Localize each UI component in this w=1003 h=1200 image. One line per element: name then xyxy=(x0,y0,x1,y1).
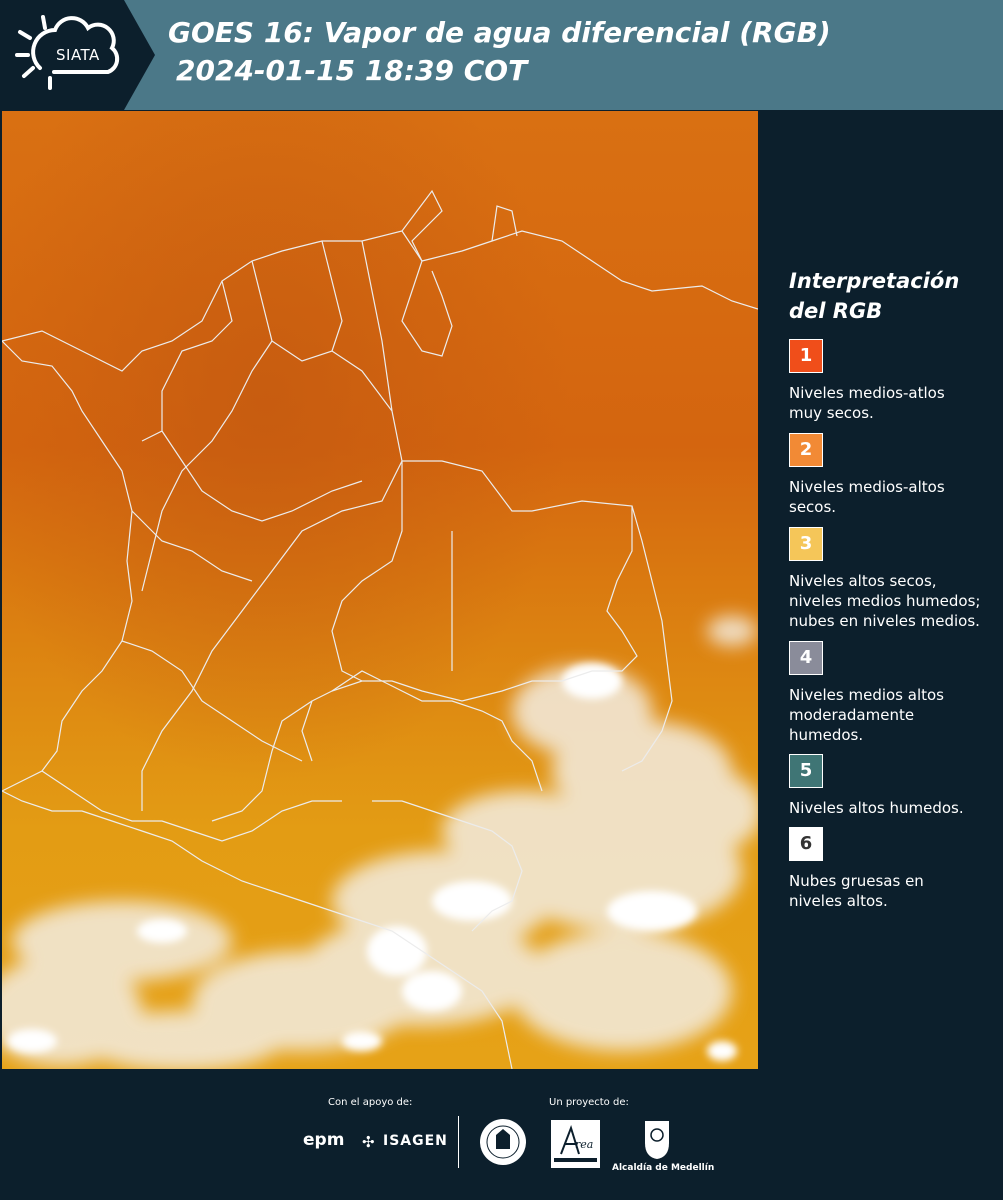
page-title: GOES 16: Vapor de agua diferencial (RGB)… xyxy=(168,14,831,90)
legend-text-1: Niveles medios-atlos muy secos. xyxy=(789,384,945,422)
isagen-logo-mark: ✣ xyxy=(362,1133,375,1151)
logo-text: SIATA xyxy=(56,46,100,64)
legend-swatch-6: 6 xyxy=(789,827,823,861)
legend-text-6: Nubes gruesas en niveles altos. xyxy=(789,872,924,910)
legend-text-4: Niveles medios altos moderadamente humed… xyxy=(789,686,944,744)
title-line-2: 2024-01-15 18:39 COT xyxy=(176,54,528,87)
legend-swatch-4: 4 xyxy=(789,641,823,675)
medellin-coat-of-arms-icon xyxy=(645,1121,669,1159)
footer-divider xyxy=(458,1116,459,1168)
legend-text-2: Niveles medios-altos secos. xyxy=(789,478,945,516)
siata-logo: SIATA xyxy=(0,0,155,110)
legend-panel: Interpretación del RGB 1 Niveles medios-… xyxy=(760,111,1003,1069)
legend-item-4: 4 Niveles medios altos moderadamente hum… xyxy=(789,641,999,745)
legend-swatch-3: 3 xyxy=(789,527,823,561)
legend-item-5: 5 Niveles altos humedos. xyxy=(789,754,999,818)
legend-title-line-2: del RGB xyxy=(789,299,883,323)
legend-item-2: 2 Niveles medios-altos secos. xyxy=(789,433,999,517)
legend-text-3: Niveles altos secos, niveles medios hume… xyxy=(789,572,981,630)
svg-text:rea: rea xyxy=(575,1138,593,1151)
legend-item-6: 6 Nubes gruesas en niveles altos. xyxy=(789,827,999,911)
header-bar: SIATA GOES 16: Vapor de agua diferencial… xyxy=(0,0,1003,110)
legend-title-line-1: Interpretación xyxy=(789,269,960,293)
legend-swatch-2: 2 xyxy=(789,433,823,467)
legend-item-1: 1 Niveles medios-atlos muy secos. xyxy=(789,339,999,423)
footer: Con el apoyo de: Un proyecto de: epm ✣ I… xyxy=(0,1069,1003,1200)
area-metropolitana-logo: rea xyxy=(551,1120,600,1168)
isagen-logo: ISAGEN xyxy=(383,1133,448,1149)
university-seal-icon xyxy=(480,1119,526,1165)
support-label: Con el apoyo de: xyxy=(328,1097,413,1108)
legend-swatch-5: 5 xyxy=(789,754,823,788)
satellite-map xyxy=(2,111,758,1069)
alcaldia-label: Alcaldía de Medellín xyxy=(612,1163,715,1173)
epm-logo: epm xyxy=(303,1130,345,1150)
legend-title: Interpretación del RGB xyxy=(789,266,989,326)
project-label: Un proyecto de: xyxy=(549,1097,629,1108)
legend-item-3: 3 Niveles altos secos, niveles medios hu… xyxy=(789,527,999,631)
title-line-1: GOES 16: Vapor de agua diferencial (RGB) xyxy=(168,16,831,49)
legend-text-5: Niveles altos humedos. xyxy=(789,799,964,817)
legend-swatch-1: 1 xyxy=(789,339,823,373)
